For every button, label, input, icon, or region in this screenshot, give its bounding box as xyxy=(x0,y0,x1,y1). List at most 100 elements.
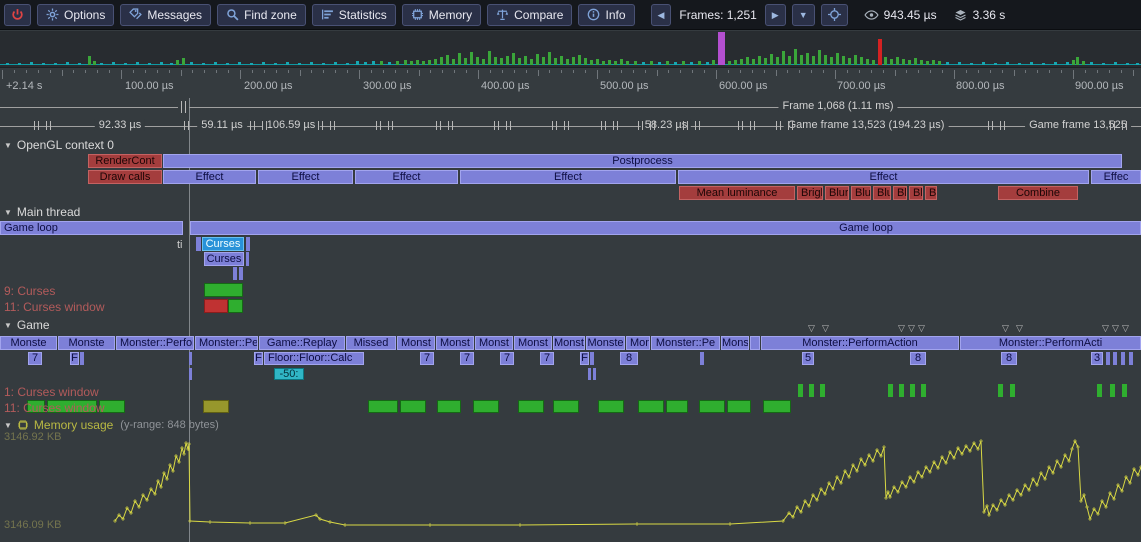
frame-marker-icon[interactable]: ▽ xyxy=(918,324,925,333)
zone[interactable]: Monster::Pe xyxy=(651,336,720,350)
zone[interactable]: 3 xyxy=(1091,352,1103,365)
frame-range-label[interactable]: Game frame 13,525 xyxy=(1025,119,1131,131)
collapse-arrow-icon[interactable]: ▼ xyxy=(4,208,12,217)
zone[interactable]: Brigh xyxy=(797,186,823,200)
zone[interactable]: 7 xyxy=(460,352,474,365)
zone[interactable] xyxy=(1010,384,1015,397)
zone[interactable]: Monst xyxy=(436,336,474,350)
zone[interactable] xyxy=(798,384,803,397)
zone[interactable]: Effect xyxy=(355,170,458,184)
zone[interactable] xyxy=(1121,352,1125,365)
zone[interactable] xyxy=(473,400,499,413)
zone[interactable]: 7 xyxy=(420,352,434,365)
zone[interactable]: Blur xyxy=(893,186,907,200)
zone[interactable] xyxy=(593,368,596,380)
zone[interactable] xyxy=(400,400,426,413)
zone[interactable]: Postprocess xyxy=(163,154,1122,168)
zone[interactable] xyxy=(910,384,915,397)
options-button[interactable]: Options xyxy=(37,4,114,26)
zone[interactable] xyxy=(196,237,201,251)
collapse-arrow-icon[interactable]: ▼ xyxy=(4,321,12,330)
frame-marker-icon[interactable]: ▽ xyxy=(1112,324,1119,333)
zoom-out-button[interactable]: ▼ xyxy=(792,4,815,26)
zone[interactable]: Monste xyxy=(586,336,625,350)
zone[interactable] xyxy=(750,336,760,350)
zone[interactable] xyxy=(553,400,579,413)
zone[interactable]: Game loop xyxy=(190,221,1141,235)
opengl-context-header[interactable]: ▼OpenGL context 0 xyxy=(4,138,114,152)
zone[interactable]: Missed xyxy=(346,336,396,350)
zone[interactable] xyxy=(437,400,461,413)
zone[interactable]: Monst xyxy=(397,336,435,350)
zone[interactable]: Blur xyxy=(825,186,849,200)
next-frame-button[interactable]: ▶ xyxy=(765,4,786,26)
zone[interactable]: 7 xyxy=(500,352,514,365)
zone[interactable] xyxy=(1106,352,1110,365)
zone[interactable] xyxy=(809,384,814,397)
focus-frame-button[interactable] xyxy=(821,4,848,26)
zone[interactable]: Game loop xyxy=(0,221,183,235)
info-button[interactable]: Info xyxy=(578,4,634,26)
zone[interactable]: Draw calls xyxy=(88,170,162,184)
zone[interactable]: Blur xyxy=(851,186,871,200)
frame-marker-icon[interactable]: ▽ xyxy=(1102,324,1109,333)
zone[interactable]: Effect xyxy=(460,170,676,184)
frame-marker-icon[interactable]: ▽ xyxy=(898,324,905,333)
zone[interactable]: Blur xyxy=(925,186,937,200)
zone[interactable]: Monste xyxy=(0,336,57,350)
zone[interactable]: F xyxy=(254,352,263,365)
zone[interactable] xyxy=(921,384,926,397)
zone[interactable]: Monster::Pe xyxy=(195,336,258,350)
collapse-arrow-icon[interactable]: ▼ xyxy=(4,141,12,150)
zone[interactable] xyxy=(239,267,243,280)
zone[interactable] xyxy=(1097,384,1102,397)
frame-marker-icon[interactable]: ▽ xyxy=(1016,324,1023,333)
frame-marker-icon[interactable]: ▽ xyxy=(1002,324,1009,333)
zone[interactable]: Blur xyxy=(873,186,891,200)
frame-range-label[interactable]: 92.33 µs xyxy=(95,119,145,131)
zone[interactable]: Monster::PerformActi xyxy=(960,336,1141,350)
zone[interactable]: 7 xyxy=(540,352,554,365)
frame-marker-icon[interactable]: ▽ xyxy=(908,324,915,333)
prev-frame-button[interactable]: ◀ xyxy=(651,4,672,26)
zone[interactable]: 8 xyxy=(1001,352,1017,365)
zone[interactable] xyxy=(204,299,228,313)
zone[interactable]: Monster::PerformAction xyxy=(761,336,959,350)
collapse-arrow-icon[interactable]: ▼ xyxy=(4,421,12,430)
zone[interactable]: Blur xyxy=(909,186,923,200)
zone[interactable] xyxy=(590,352,594,365)
frame-marker-icon[interactable]: ▽ xyxy=(1122,324,1129,333)
zone[interactable] xyxy=(666,400,688,413)
find-zone-button[interactable]: Find zone xyxy=(217,4,306,26)
zone[interactable] xyxy=(763,400,791,413)
zone[interactable] xyxy=(204,283,243,297)
zone[interactable]: Mons xyxy=(721,336,749,350)
statistics-button[interactable]: Statistics xyxy=(312,4,396,26)
zone[interactable] xyxy=(1129,352,1133,365)
zone[interactable]: Floor::Floor::Calc xyxy=(264,352,364,365)
zone[interactable] xyxy=(1110,384,1115,397)
zone[interactable] xyxy=(189,368,192,380)
zone[interactable] xyxy=(189,352,192,365)
frame-marker-icon[interactable]: ▽ xyxy=(808,324,815,333)
memory-usage-header[interactable]: ▼Memory usage(y-range: 848 bytes) xyxy=(4,418,219,432)
zone[interactable]: Curses xyxy=(202,237,244,251)
zone[interactable] xyxy=(727,400,751,413)
zone[interactable]: Monst xyxy=(514,336,552,350)
zone[interactable]: Monster::PerformA xyxy=(116,336,194,350)
zone[interactable] xyxy=(246,252,249,266)
zone[interactable] xyxy=(246,237,250,251)
zone[interactable] xyxy=(598,400,624,413)
zone[interactable]: Mons xyxy=(626,336,650,350)
zone[interactable]: 5 xyxy=(802,352,814,365)
zone[interactable]: Effect xyxy=(258,170,353,184)
zone[interactable]: Monst xyxy=(475,336,513,350)
zone[interactable] xyxy=(699,400,725,413)
zone[interactable] xyxy=(1113,352,1117,365)
zone[interactable]: 8 xyxy=(620,352,638,365)
zone[interactable] xyxy=(998,384,1003,397)
zone[interactable] xyxy=(899,384,904,397)
zone[interactable] xyxy=(518,400,544,413)
game-header[interactable]: ▼Game xyxy=(4,318,50,332)
zone[interactable]: -50: xyxy=(274,368,304,380)
